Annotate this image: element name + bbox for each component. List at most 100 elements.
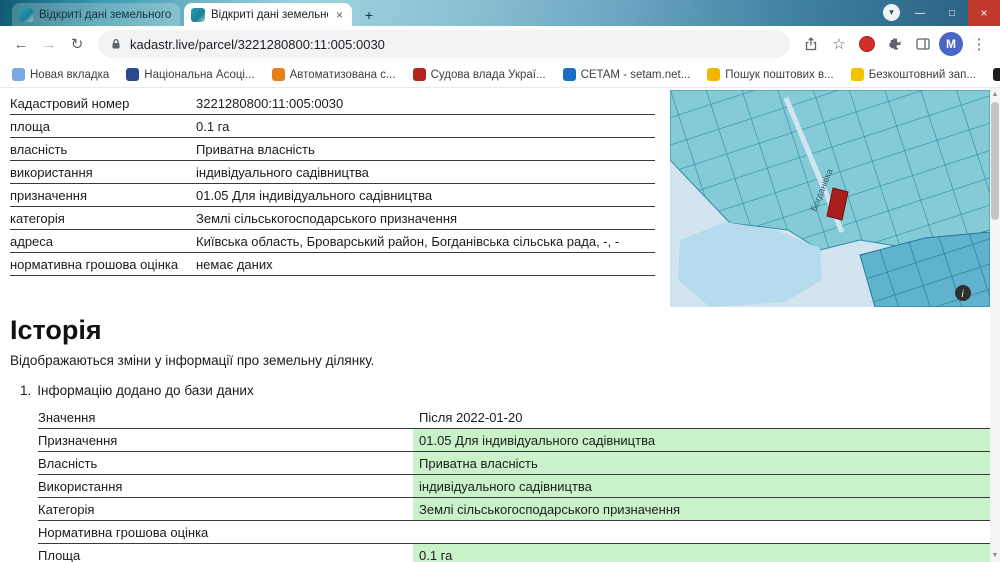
table-row: площа 0.1 га <box>10 114 655 138</box>
history-title: Історія <box>10 315 102 345</box>
table-row: призначення 01.05 Для індивідуального са… <box>10 183 655 207</box>
table-row: Значення Після 2022-01-20 <box>38 406 990 429</box>
history-value: 01.05 Для індивідуального садівництва <box>413 428 990 452</box>
refresh-icon[interactable]: ↻ <box>64 31 90 57</box>
forward-icon[interactable]: → <box>36 31 62 57</box>
bookmark-favicon <box>707 68 721 81</box>
vertical-scrollbar[interactable]: ▲ ▼ <box>990 88 1000 562</box>
new-tab-button[interactable]: + <box>360 6 378 24</box>
table-row: нормативна грошова оцінка немає даних <box>10 252 655 276</box>
bookmark-item[interactable]: Paperless - підписа... <box>992 68 1000 81</box>
bookmark-item[interactable]: Пошук поштових в... <box>707 68 834 81</box>
lock-icon <box>112 38 120 49</box>
table-row: Кадастровий номер 3221280800:11:005:0030 <box>10 92 655 115</box>
bookmark-favicon <box>992 68 1000 81</box>
history-value: Приватна власність <box>413 451 990 475</box>
bookmark-item[interactable]: Національна Асоці... <box>126 68 255 81</box>
bookmark-label: Національна Асоці... <box>144 68 255 81</box>
detail-value: 0.1 га <box>196 114 655 138</box>
parcel-details-table: Кадастровий номер 3221280800:11:005:0030… <box>10 92 655 276</box>
history-value: Землі сільськогосподарського призначення <box>413 497 990 521</box>
detail-value: немає даних <box>196 252 655 276</box>
detail-value: індивідуального садівництва <box>196 160 655 184</box>
tab-favicon <box>191 7 205 22</box>
history-label: Нормативна грошова оцінка <box>38 520 413 544</box>
close-button[interactable]: × <box>968 0 1000 26</box>
tab-strip: Відкриті дані земельного кадас Відкриті … <box>0 0 1000 26</box>
history-entry-title: 1. Інформацію додано до бази даних <box>20 383 254 398</box>
side-panel-icon[interactable] <box>910 31 936 57</box>
table-row: Категорія Землі сільськогосподарського п… <box>38 497 990 521</box>
extensions-puzzle-icon[interactable] <box>882 31 908 57</box>
minimize-button[interactable]: — <box>904 0 936 26</box>
bookmark-favicon <box>12 68 25 81</box>
table-row: категорія Землі сільськогосподарського п… <box>10 206 655 230</box>
profile-avatar[interactable]: M <box>938 31 964 57</box>
browser-tab-2-active[interactable]: Відкриті дані земельного кадас × <box>184 3 352 26</box>
history-value <box>413 520 990 544</box>
bookmark-favicon <box>850 68 864 81</box>
scroll-down-icon[interactable]: ▼ <box>990 549 1000 562</box>
tab-favicon <box>19 7 33 22</box>
history-label: Власність <box>38 451 413 475</box>
back-icon[interactable]: ← <box>8 31 34 57</box>
page-content: Кадастровий номер 3221280800:11:005:0030… <box>0 88 1000 562</box>
bookmark-label: Судова влада Украї... <box>430 68 546 81</box>
url-text: kadastr.live/parcel/3221280800:11:005:00… <box>130 36 385 52</box>
bookmark-favicon <box>412 68 426 81</box>
bookmark-item[interactable]: Судова влада Украї... <box>412 68 546 81</box>
history-section: Історія Відображаються зміни у інформаці… <box>0 307 990 562</box>
bookmark-item[interactable]: Новая вкладка <box>12 68 109 81</box>
bookmark-favicon <box>562 68 576 81</box>
bookmark-favicon <box>271 68 285 81</box>
detail-label: площа <box>10 114 196 138</box>
bookmark-item[interactable]: CETAM - setam.net... <box>562 68 691 81</box>
bookmark-favicon <box>126 68 140 81</box>
table-row: Використання індивідуального садівництва <box>38 474 990 498</box>
adblock-extension-icon[interactable] <box>854 31 880 57</box>
detail-value: Землі сільськогосподарського призначення <box>196 206 655 230</box>
history-entry-number: 1. <box>20 383 32 398</box>
bookmark-label: CETAM - setam.net... <box>580 68 691 81</box>
detail-value: Приватна власність <box>196 137 655 161</box>
history-label: Значення <box>38 406 413 429</box>
history-value: 0.1 га <box>413 543 990 562</box>
bookmark-label: Автоматизована с... <box>289 68 396 81</box>
browser-tab-1[interactable]: Відкриті дані земельного кадас <box>12 3 180 26</box>
share-icon[interactable] <box>798 31 824 57</box>
history-label: Категорія <box>38 497 413 521</box>
history-subtitle: Відображаються зміни у інформації про зе… <box>10 353 375 368</box>
table-row: власність Приватна власність <box>10 137 655 161</box>
detail-label: Кадастровий номер <box>10 92 196 115</box>
cadastral-map[interactable]: Богданівка i <box>669 89 991 308</box>
bookmark-star-icon[interactable]: ☆ <box>826 31 852 57</box>
tab-search-icon[interactable]: ▾ <box>883 4 900 21</box>
detail-value: 01.05 Для індивідуального садівництва <box>196 183 655 207</box>
table-row: адреса Київська область, Броварський рай… <box>10 229 655 253</box>
bookmarks-bar: Новая вкладка Національна Асоці... Автом… <box>0 62 1000 88</box>
tab-close-icon[interactable]: × <box>334 8 345 22</box>
menu-kebab-icon[interactable]: ⋮ <box>966 31 992 57</box>
scrollbar-thumb[interactable] <box>991 102 999 220</box>
table-row: Площа 0.1 га <box>38 543 990 562</box>
bookmark-item[interactable]: Безкоштовний зап... <box>850 68 976 81</box>
detail-value: Київська область, Броварський район, Бог… <box>196 229 655 253</box>
detail-label: адреса <box>10 229 196 253</box>
bookmark-label: Безкоштовний зап... <box>868 68 976 81</box>
scroll-up-icon[interactable]: ▲ <box>990 88 1000 101</box>
tab-title: Відкриті дані земельного кадас <box>211 8 328 21</box>
address-bar[interactable]: kadastr.live/parcel/3221280800:11:005:00… <box>98 30 790 58</box>
bookmark-label: Пошук поштових в... <box>725 68 834 81</box>
history-table: Значення Після 2022-01-20 Призначення 01… <box>38 406 990 562</box>
table-row: Призначення 01.05 Для індивідуального са… <box>38 428 990 452</box>
history-label: Площа <box>38 543 413 562</box>
detail-label: використання <box>10 160 196 184</box>
table-row: Нормативна грошова оцінка <box>38 520 990 544</box>
history-label: Призначення <box>38 428 413 452</box>
maximize-button[interactable]: □ <box>936 0 968 26</box>
detail-value: 3221280800:11:005:0030 <box>196 92 655 115</box>
bookmark-item[interactable]: Автоматизована с... <box>271 68 396 81</box>
table-row: Власність Приватна власність <box>38 451 990 475</box>
detail-label: нормативна грошова оцінка <box>10 252 196 276</box>
browser-window: Відкриті дані земельного кадас Відкриті … <box>0 0 1000 562</box>
